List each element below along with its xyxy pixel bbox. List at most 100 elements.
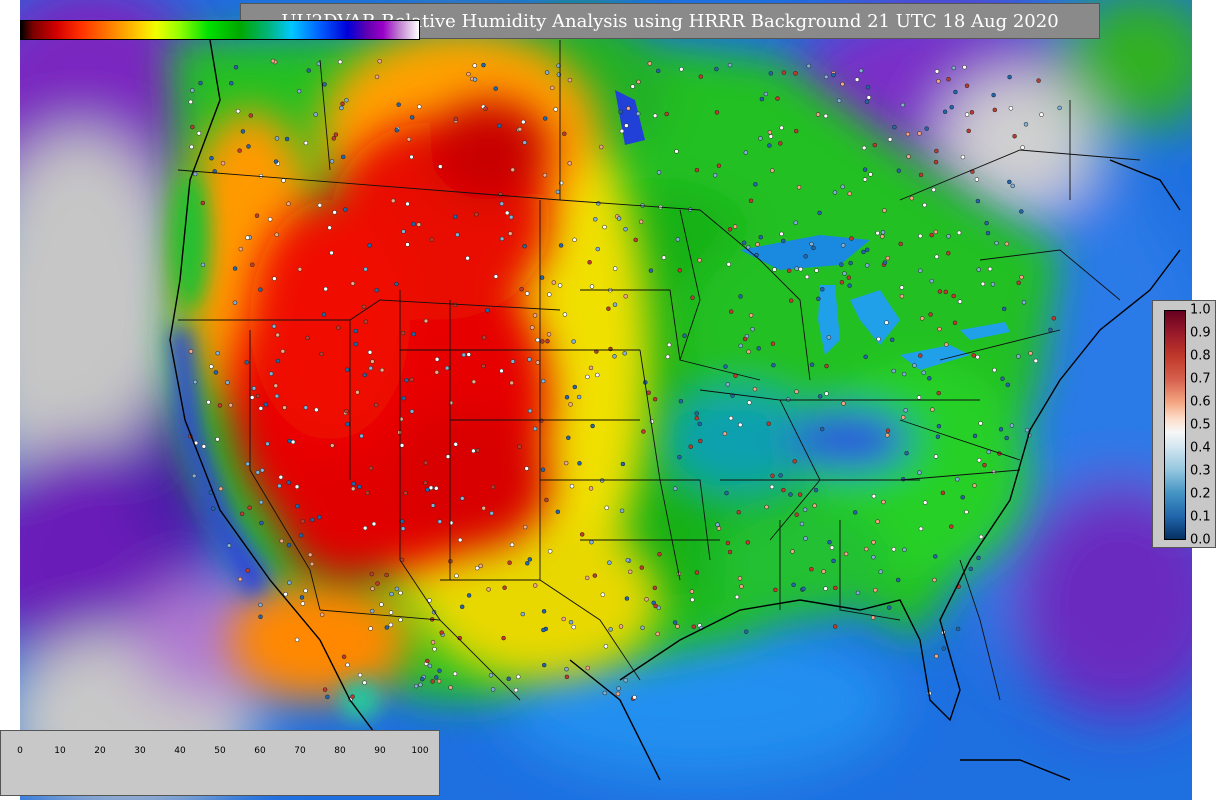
station-dot <box>585 374 590 380</box>
station-dot <box>274 232 279 237</box>
station-dot <box>258 406 264 411</box>
station-dot <box>942 109 948 115</box>
station-dot <box>400 519 405 524</box>
station-dot <box>569 483 575 489</box>
station-dot <box>811 245 816 251</box>
station-dot <box>885 433 890 438</box>
station-dot <box>903 408 908 413</box>
station-dot <box>439 630 444 635</box>
station-dot <box>987 266 993 272</box>
station-dot <box>568 402 573 407</box>
station-dot <box>980 281 986 287</box>
station-dot <box>527 357 532 362</box>
station-dot <box>633 237 638 243</box>
station-dot <box>551 280 557 285</box>
station-dot <box>340 101 345 107</box>
station-dot <box>809 362 815 367</box>
station-dot <box>566 435 571 441</box>
station-dot <box>656 170 662 175</box>
station-dot <box>840 243 846 248</box>
station-dot <box>690 295 695 300</box>
station-dot <box>579 532 585 537</box>
station-dot <box>781 238 786 244</box>
station-dot <box>933 159 939 165</box>
station-dot <box>474 212 479 217</box>
station-dot <box>872 142 878 148</box>
station-dot <box>951 65 957 71</box>
station-dot <box>540 339 545 344</box>
analysis-tick: 0.6 <box>1190 394 1211 410</box>
station-dot <box>598 144 604 150</box>
station-dot <box>319 612 325 617</box>
station-dot <box>843 551 849 557</box>
station-dot <box>370 586 375 591</box>
station-dot <box>770 168 775 173</box>
station-dot <box>934 148 939 154</box>
station-dot <box>590 423 595 429</box>
station-dot <box>790 549 795 554</box>
station-dot <box>499 236 505 242</box>
station-dot <box>832 624 838 629</box>
station-dot <box>912 363 917 368</box>
station-dot <box>459 604 465 610</box>
station-dot <box>530 325 535 330</box>
station-dot <box>862 177 868 182</box>
station-dot <box>899 294 905 299</box>
station-dot <box>677 454 682 460</box>
station-dot <box>840 81 845 87</box>
station-dot <box>727 549 733 555</box>
station-dot <box>564 394 570 400</box>
station-dot <box>501 635 506 641</box>
station-dot <box>1009 423 1015 428</box>
station-dot <box>389 591 394 597</box>
station-dot <box>584 575 590 581</box>
station-dot <box>936 390 941 396</box>
station-dot <box>321 312 327 317</box>
station-dot <box>434 357 440 362</box>
station-dot <box>274 393 280 399</box>
station-dot <box>567 161 572 166</box>
station-dot <box>661 255 667 260</box>
station-dot <box>917 470 922 475</box>
station-dot <box>886 605 892 610</box>
station-dot <box>255 393 261 399</box>
station-dot <box>235 108 241 114</box>
station-dot <box>612 266 618 271</box>
station-dot <box>727 227 733 232</box>
station-dot <box>284 136 290 142</box>
station-dot <box>775 96 780 101</box>
station-dot <box>603 644 609 649</box>
station-dot <box>229 80 234 86</box>
station-dot <box>1057 105 1062 111</box>
station-dot <box>267 217 273 222</box>
station-dot <box>237 576 243 582</box>
station-dot <box>599 478 605 483</box>
station-dot <box>891 368 896 374</box>
station-dot <box>493 274 499 279</box>
station-dot <box>300 518 306 524</box>
station-dot <box>679 67 684 72</box>
station-dot <box>587 260 592 265</box>
station-dot <box>196 131 202 136</box>
station-dot <box>411 221 416 227</box>
station-dot <box>1039 112 1044 117</box>
station-dot <box>274 136 280 141</box>
rh-tick: 100 <box>411 746 429 756</box>
station-dot <box>344 97 349 103</box>
station-dot <box>188 99 193 105</box>
station-dot <box>694 415 700 421</box>
humidity-map[interactable] <box>20 0 1192 800</box>
station-dot <box>652 113 658 118</box>
station-dot <box>815 112 821 117</box>
station-dot <box>350 281 356 286</box>
station-dot <box>260 468 265 473</box>
station-dot <box>489 511 494 516</box>
station-dot <box>794 512 799 517</box>
station-dot <box>547 292 552 297</box>
station-dot <box>608 627 613 632</box>
station-dot <box>571 624 576 630</box>
station-dot <box>379 602 384 607</box>
station-dot <box>245 235 250 240</box>
station-dot <box>839 280 845 285</box>
station-dot <box>546 332 552 337</box>
